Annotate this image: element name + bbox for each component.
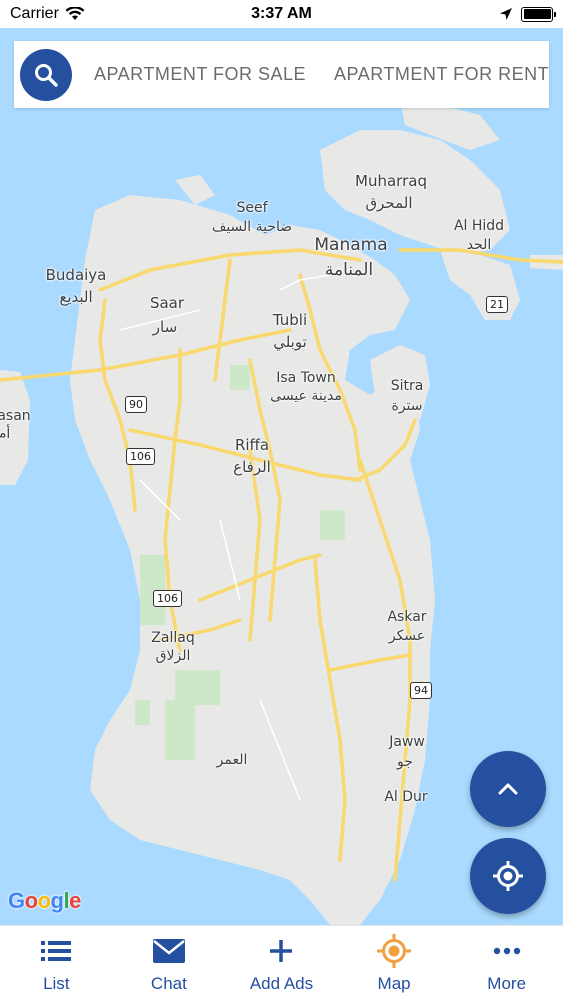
tab-add-ads-label: Add Ads: [249, 974, 314, 993]
place-muharraq-ar: المحرق: [365, 194, 413, 212]
place-askar: Askar: [387, 609, 427, 625]
carrier-label: Carrier: [10, 5, 59, 22]
tab-list[interactable]: List: [6, 926, 106, 1000]
tab-map[interactable]: Map: [344, 926, 444, 1000]
place-al-hidd: Al Hidd: [453, 218, 505, 234]
place-al-omar-ar: العمر: [216, 752, 248, 768]
place-seef: Seef: [236, 200, 268, 216]
tab-list-label: List: [43, 974, 70, 993]
crosshair-icon: [493, 861, 523, 891]
more-icon: [493, 947, 520, 955]
location-arrow-icon: [500, 8, 512, 20]
place-jaww-ar: جو: [397, 754, 413, 770]
place-manama-ar: المنامة: [324, 260, 374, 280]
place-budaiya-ar: البديع: [59, 288, 93, 306]
search-icon: [35, 63, 58, 87]
place-sitra: Sitra: [390, 378, 424, 394]
place-budaiya: Budaiya: [45, 266, 107, 284]
list-icon: [41, 941, 72, 961]
place-al-dur: Al Dur: [384, 789, 428, 805]
route-shield: 90: [125, 396, 147, 413]
place-jaww: Jaww: [389, 734, 425, 750]
place-seef-ar: ضاحية السيف: [211, 219, 293, 235]
my-location-button[interactable]: [470, 838, 546, 914]
tab-apartment-for-rent[interactable]: APARTMENT FOR RENT: [334, 64, 549, 85]
google-logo: Google: [8, 888, 81, 913]
route-shield: 21: [486, 296, 508, 313]
tab-more[interactable]: More: [457, 926, 557, 1000]
place-isa-town: Isa Town: [276, 370, 336, 386]
place-askar-ar: عسكر: [388, 628, 426, 644]
place-isa-town-ar: مدينة عيسى: [270, 388, 342, 404]
place-zallaq-ar: الزلاق: [155, 648, 191, 664]
place-hasan-ar: أم: [0, 426, 11, 442]
status-time: 3:37 AM: [251, 5, 312, 22]
chevron-up-icon: [498, 783, 518, 795]
search-bar: APARTMENT FOR SALE APARTMENT FOR RENT: [14, 41, 549, 108]
route-shield: 94: [410, 682, 432, 699]
tab-chat[interactable]: Chat: [119, 926, 219, 1000]
place-muharraq: Muharraq: [355, 172, 427, 190]
place-al-hidd-ar: الحد: [466, 237, 492, 253]
mail-icon: [152, 939, 185, 963]
tab-map-label: Map: [377, 974, 411, 993]
place-riffa-ar: الرفاع: [233, 458, 271, 476]
battery-icon: [521, 6, 556, 22]
scroll-up-button[interactable]: [470, 751, 546, 827]
tab-apartment-for-sale[interactable]: APARTMENT FOR SALE: [94, 64, 306, 85]
route-shield: 106: [126, 448, 155, 465]
plus-icon: [270, 940, 293, 962]
place-zallaq: Zallaq: [151, 630, 195, 646]
bottom-tab-bar: List Chat Add Ads Map More: [0, 925, 563, 1000]
tab-chat-label: Chat: [150, 974, 187, 993]
place-manama: Manama: [314, 235, 388, 255]
tab-add-ads[interactable]: Add Ads: [231, 926, 331, 1000]
place-saar-ar: سار: [152, 318, 178, 336]
place-tubli-ar: توبلي: [273, 333, 307, 351]
map-target-icon: [377, 934, 412, 968]
place-riffa: Riffa: [234, 436, 270, 454]
status-bar: Carrier 3:37 AM: [0, 0, 563, 28]
place-sitra-ar: سترة: [391, 398, 423, 414]
route-shield: 106: [153, 590, 182, 607]
place-tubli: Tubli: [272, 311, 308, 329]
wifi-icon: [65, 7, 85, 20]
tab-more-label: More: [487, 974, 527, 993]
place-saar: Saar: [149, 294, 185, 312]
search-button[interactable]: [20, 48, 72, 101]
place-hasan: asan: [0, 408, 31, 424]
